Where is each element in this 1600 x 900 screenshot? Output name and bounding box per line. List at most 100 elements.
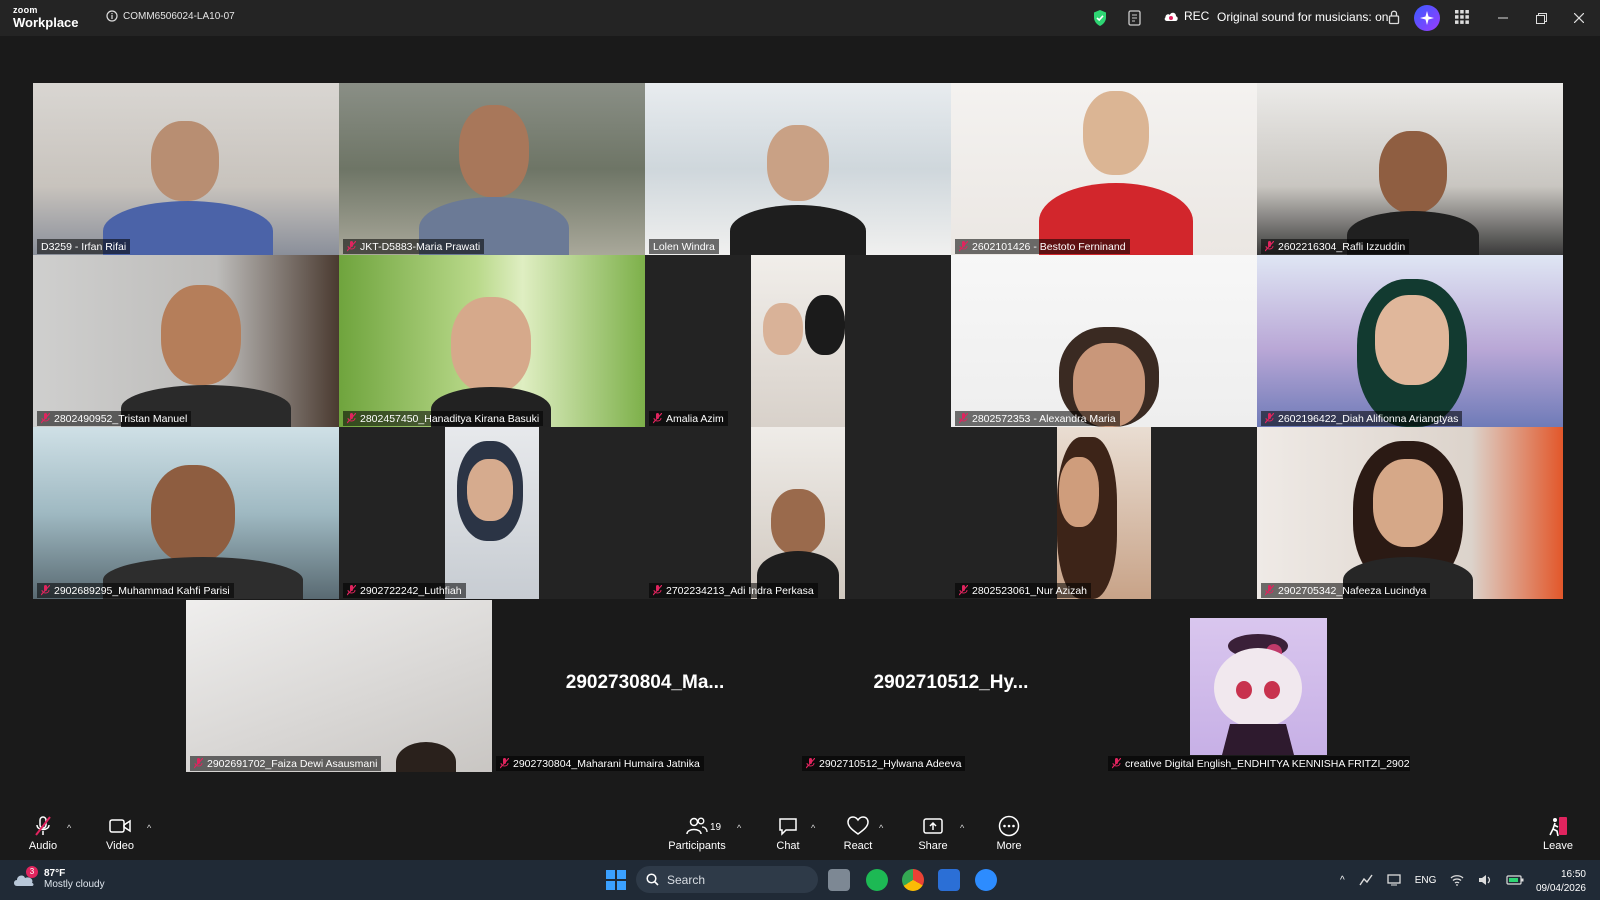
participant-name: 2902705342_Nafeeza Lucindya (1278, 584, 1427, 597)
video-tile[interactable]: 2702234213_Adi Indra Perkasa (645, 427, 951, 599)
language-indicator[interactable]: ENG (1415, 875, 1437, 886)
volume-icon[interactable] (1478, 874, 1492, 886)
close-button[interactable] (1569, 8, 1589, 28)
video-tile[interactable]: 2902722242_Luthfiah (339, 427, 645, 599)
chat-options-caret[interactable]: ^ (811, 823, 815, 833)
audio-button[interactable]: Audio (13, 814, 73, 852)
zoom-logo: zoom Workplace (13, 6, 79, 30)
logo-workplace-text: Workplace (13, 15, 79, 30)
minimize-button[interactable] (1493, 8, 1513, 28)
video-tile[interactable]: 2602101426 - Bestoto Ferninand (951, 83, 1257, 255)
lock-icon[interactable] (1388, 9, 1400, 25)
video-tile[interactable]: 2802457450_Hanaditya Kirana Basuki (339, 255, 645, 427)
system-clock[interactable]: 16:50 09/04/2026 (1528, 868, 1586, 896)
network-status-icon[interactable] (1359, 874, 1373, 886)
video-tile[interactable]: 2802572353 - Alexandra Maria (951, 255, 1257, 427)
taskbar-search[interactable]: Search (636, 866, 818, 893)
participant-nameplate: 2902722242_Luthfiah (343, 583, 466, 598)
participant-name: 2602101426 - Bestoto Ferninand (972, 240, 1126, 253)
muted-mic-icon (347, 585, 356, 596)
participant-name: 2802523061_Nur Azizah (972, 584, 1088, 597)
more-button[interactable]: More (979, 814, 1039, 852)
react-button[interactable]: React (828, 814, 888, 852)
notes-icon[interactable] (1127, 9, 1143, 27)
participant-nameplate: 2602101426 - Bestoto Ferninand (955, 239, 1130, 254)
video-tile[interactable]: 2902710512_Hy... 2902710512_Hylwana Adee… (798, 600, 1104, 772)
video-tile[interactable]: 2802490952_Tristan Manuel (33, 255, 339, 427)
battery-icon[interactable] (1506, 874, 1524, 886)
participants-button[interactable]: Participants (667, 814, 727, 852)
video-tile[interactable]: creative Digital English_ENDHITYA KENNIS… (1104, 600, 1410, 772)
video-tile[interactable]: 2602196422_Diah Alifionna Ariangtyas (1257, 255, 1563, 427)
video-tile[interactable]: 2902689295_Muhammad Kahfi Parisi (33, 427, 339, 599)
participant-nameplate: 2602196422_Diah Alifionna Ariangtyas (1261, 411, 1463, 426)
recording-indicator[interactable]: REC (1163, 9, 1209, 23)
word-icon[interactable] (938, 869, 960, 891)
video-tile[interactable]: 2802523061_Nur Azizah (951, 427, 1257, 599)
chevron-up-icon[interactable]: ^ (1340, 875, 1345, 886)
original-sound-status[interactable]: Original sound for musicians: on (1217, 10, 1388, 24)
participants-count-badge: 19 (710, 822, 722, 833)
video-button[interactable]: Video (90, 814, 150, 852)
participant-nameplate: 2902730804_Maharani Humaira Jatnika (496, 756, 704, 771)
participant-nameplate: D3259 - Irfan Rifai (37, 239, 131, 254)
video-tile[interactable]: 2902705342_Nafeeza Lucindya (1257, 427, 1563, 599)
muted-mic-icon (1265, 413, 1274, 424)
participant-avatar (161, 285, 241, 385)
participant-name: 2902722242_Luthfiah (360, 584, 462, 597)
participant-avatar (459, 105, 529, 197)
video-tile[interactable]: Lolen Windra (645, 83, 951, 255)
share-options-caret[interactable]: ^ (960, 823, 964, 833)
muted-mic-icon (41, 413, 50, 424)
meeting-id-text: COMM6506024-LA10-07 (123, 10, 235, 22)
participant-name: creative Digital English_ENDHITYA KENNIS… (1125, 757, 1410, 770)
video-tile[interactable]: 2602216304_Rafli Izzuddin (1257, 83, 1563, 255)
ai-companion-button[interactable] (1414, 5, 1440, 31)
video-options-caret[interactable]: ^ (147, 823, 151, 833)
mic-muted-icon (35, 816, 51, 836)
chrome-icon[interactable] (902, 869, 924, 891)
participant-nameplate: 2802490952_Tristan Manuel (37, 411, 192, 426)
participant-name: 2902710512_Hylwana Adeeva (819, 757, 962, 770)
restore-button[interactable] (1531, 8, 1551, 28)
participant-nameplate: 2802572353 - Alexandra Maria (955, 411, 1120, 426)
rec-label: REC (1184, 9, 1210, 23)
chat-button[interactable]: Chat (758, 814, 818, 852)
participants-icon (686, 817, 708, 835)
participant-avatar (1083, 91, 1149, 175)
profile-picture (1190, 618, 1327, 755)
windows-start-icon[interactable] (606, 870, 626, 890)
task-view-icon[interactable] (828, 869, 850, 891)
display-icon[interactable] (1387, 874, 1401, 886)
participants-options-caret[interactable]: ^ (737, 823, 741, 833)
weather-widget[interactable]: 3 87°F Mostly cloudy (12, 866, 105, 890)
participant-nameplate: 2902710512_Hylwana Adeeva (802, 756, 966, 771)
clock-date: 09/04/2026 (1535, 883, 1586, 894)
wifi-icon[interactable] (1450, 874, 1464, 886)
search-icon (646, 873, 659, 886)
meeting-info[interactable]: COMM6506024-LA10-07 (106, 10, 235, 22)
spotify-icon[interactable] (866, 869, 888, 891)
apps-grid-icon[interactable] (1455, 10, 1469, 24)
participant-nameplate: 2702234213_Adi Indra Perkasa (649, 583, 818, 598)
audio-options-caret[interactable]: ^ (67, 823, 71, 833)
video-tile[interactable]: JKT-D5883-Maria Prawati (339, 83, 645, 255)
participant-name: 2802457450_Hanaditya Kirana Basuki (360, 412, 540, 425)
share-label: Share (918, 840, 948, 852)
zoom-app-icon[interactable] (975, 869, 997, 891)
leave-button[interactable]: Leave (1528, 814, 1588, 852)
react-options-caret[interactable]: ^ (879, 823, 883, 833)
video-tile[interactable]: Amalia Azim (645, 255, 951, 427)
participant-display-name: 2902730804_Ma... (565, 672, 725, 693)
participant-face (1375, 295, 1449, 385)
video-tile[interactable]: 2902691702_Faiza Dewi Asausmani (186, 600, 492, 772)
video-tile[interactable]: D3259 - Irfan Rifai (33, 83, 339, 255)
shield-icon[interactable] (1092, 9, 1108, 27)
participant-name: 2602196422_Diah Alifionna Ariangtyas (1278, 412, 1459, 425)
video-tile[interactable]: 2902730804_Ma... 2902730804_Maharani Hum… (492, 600, 798, 772)
participant-name: Amalia Azim (666, 412, 724, 425)
participant-nameplate: 2802457450_Hanaditya Kirana Basuki (343, 411, 544, 426)
participant-name: 2902691702_Faiza Dewi Asausmani (207, 757, 378, 770)
chat-icon (779, 818, 797, 836)
share-button[interactable]: Share (903, 814, 963, 852)
